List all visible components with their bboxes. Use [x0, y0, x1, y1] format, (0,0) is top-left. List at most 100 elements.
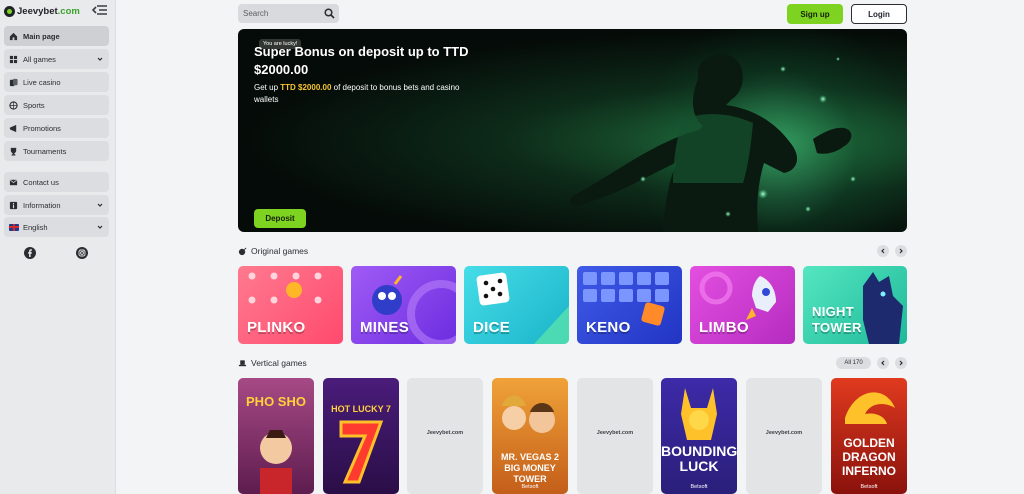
- game-card-keno[interactable]: KENO: [577, 266, 682, 344]
- games-icon: [9, 55, 18, 63]
- vertical-game-title: HOT LUCKY 7: [331, 404, 391, 414]
- vertical-game-title: MR. VEGAS 2 BIG MONEY TOWER: [500, 452, 559, 484]
- vertical-games-prev-button[interactable]: [877, 357, 889, 369]
- vertical-game-placeholder[interactable]: Jeevybet.com: [407, 378, 483, 494]
- vertical-game-title: PHO SHO: [246, 394, 306, 409]
- chevron-down-icon: [97, 225, 103, 229]
- instagram-icon[interactable]: [76, 247, 88, 259]
- sidebar-item-all-games[interactable]: All games: [4, 49, 109, 69]
- promo-banner[interactable]: You are lucky! Super Bonus on deposit up…: [238, 29, 907, 232]
- uk-flag-icon: [9, 223, 19, 231]
- hot-lucky-7-art: [339, 420, 384, 484]
- brand-tld: .com: [57, 5, 80, 17]
- vertical-game-card[interactable]: MR. VEGAS 2 BIG MONEY TOWER Betsoft: [492, 378, 568, 494]
- game-name: LIMBO: [699, 319, 749, 336]
- vertical-games-all-button[interactable]: All 170: [836, 357, 871, 369]
- game-card-plinko[interactable]: PLINKO: [238, 266, 343, 344]
- brand-name: Jeevybet: [17, 5, 58, 17]
- bounding-luck-art: [681, 388, 717, 440]
- chevron-left-icon: [881, 360, 885, 366]
- game-name: MINES: [360, 319, 410, 336]
- all-label: All: [844, 360, 851, 366]
- all-count: 170: [852, 360, 863, 366]
- chevron-right-icon: [899, 248, 903, 254]
- provider-label: Betsoft: [690, 484, 708, 490]
- language-label: English: [23, 222, 48, 232]
- original-games-next-button[interactable]: [895, 245, 907, 257]
- sidebar-item-live-casino[interactable]: Live casino: [4, 72, 109, 92]
- banner-title: Super Bonus on deposit up to TTD $2000.0…: [254, 44, 469, 77]
- game-name: KENO: [586, 319, 631, 336]
- sidebar-item-main-page[interactable]: Main page: [4, 26, 109, 46]
- placeholder-logo: Jeevybet.com: [596, 430, 634, 436]
- sidebar-item-label: Main page: [23, 31, 60, 41]
- banner-subtitle-prefix: Get up: [254, 83, 281, 92]
- sidebar-item-contact-us[interactable]: Contact us: [4, 172, 109, 192]
- game-card-limbo[interactable]: LIMBO: [690, 266, 795, 344]
- trophy-icon: [10, 147, 17, 156]
- cards-icon: [9, 78, 18, 86]
- mail-icon: [9, 179, 18, 185]
- signup-button[interactable]: Sign up: [787, 4, 843, 24]
- banner-subtitle: Get up TTD $2000.00 of deposit to bonus …: [254, 82, 474, 106]
- search-icon[interactable]: [324, 8, 335, 19]
- game-card-night-tower[interactable]: NIGHT TOWER: [803, 266, 907, 344]
- app-root: Jeevybet .com Main page All games Live ca…: [0, 0, 1024, 494]
- bomb-icon: [238, 247, 247, 255]
- sidebar-item-label: All games: [23, 54, 56, 64]
- search-input[interactable]: Search: [238, 4, 339, 23]
- deposit-button[interactable]: Deposit: [254, 209, 306, 228]
- game-card-mines[interactable]: MINES: [351, 266, 456, 344]
- vertical-game-title: GOLDEN DRAGON INFERNO: [842, 436, 896, 478]
- sidebar-item-tournaments[interactable]: Tournaments: [4, 141, 109, 161]
- search-placeholder: Search: [243, 9, 269, 18]
- game-card-dice[interactable]: DICE: [464, 266, 569, 344]
- game-name: NIGHT TOWER: [812, 304, 862, 335]
- sidebar-item-information[interactable]: Information: [4, 195, 109, 215]
- facebook-icon[interactable]: [24, 247, 36, 259]
- chevron-left-icon: [881, 248, 885, 254]
- vertical-game-card[interactable]: PHO SHO: [238, 378, 314, 494]
- sidebar-item-label: Promotions: [23, 123, 61, 133]
- promo-icon: [9, 124, 17, 132]
- sidebar: Jeevybet .com Main page All games Live ca…: [0, 0, 116, 494]
- vertical-game-placeholder[interactable]: Jeevybet.com: [746, 378, 822, 494]
- vertical-games-title: Vertical games: [251, 358, 307, 368]
- placeholder-logo: Jeevybet.com: [765, 430, 803, 436]
- sidebar-item-label: Live casino: [23, 77, 61, 87]
- original-games-prev-button[interactable]: [877, 245, 889, 257]
- hat-icon: [238, 359, 247, 366]
- football-player-image: [570, 54, 856, 232]
- login-button[interactable]: Login: [851, 4, 907, 24]
- game-name: DICE: [473, 319, 511, 336]
- chevron-right-icon: [899, 360, 903, 366]
- brand-logo[interactable]: Jeevybet .com: [4, 4, 80, 18]
- vertical-games-heading: Vertical games: [238, 357, 307, 369]
- placeholder-logo: Jeevybet.com: [426, 430, 464, 436]
- collapse-sidebar-icon[interactable]: [92, 4, 108, 16]
- sidebar-item-promotions[interactable]: Promotions: [4, 118, 109, 138]
- vertical-game-card[interactable]: BOUNDING LUCK Betsoft: [661, 378, 737, 494]
- sidebar-item-label: Contact us: [23, 177, 59, 187]
- provider-label: Betsoft: [860, 484, 878, 490]
- sports-icon: [9, 100, 18, 110]
- vertical-game-card[interactable]: GOLDEN DRAGON INFERNO Betsoft: [831, 378, 907, 494]
- chevron-down-icon: [97, 57, 103, 61]
- home-icon: [9, 32, 18, 40]
- sidebar-item-sports[interactable]: Sports: [4, 95, 109, 115]
- banner-subtitle-highlight: TTD $2000.00: [280, 83, 332, 92]
- original-games-title: Original games: [251, 246, 309, 256]
- vertical-games-next-button[interactable]: [895, 357, 907, 369]
- vertical-game-placeholder[interactable]: Jeevybet.com: [577, 378, 653, 494]
- game-name: PLINKO: [247, 319, 306, 336]
- provider-label: Betsoft: [521, 484, 539, 490]
- sidebar-item-label: Sports: [23, 100, 45, 110]
- vertical-game-card[interactable]: HOT LUCKY 7: [323, 378, 399, 494]
- language-select[interactable]: English: [4, 217, 109, 237]
- info-icon: [9, 201, 18, 209]
- chevron-down-icon: [97, 203, 103, 207]
- original-games-heading: Original games: [238, 245, 308, 257]
- sidebar-item-label: Information: [23, 200, 61, 210]
- sidebar-item-label: Tournaments: [23, 146, 67, 156]
- logo-mark-icon: [4, 5, 15, 17]
